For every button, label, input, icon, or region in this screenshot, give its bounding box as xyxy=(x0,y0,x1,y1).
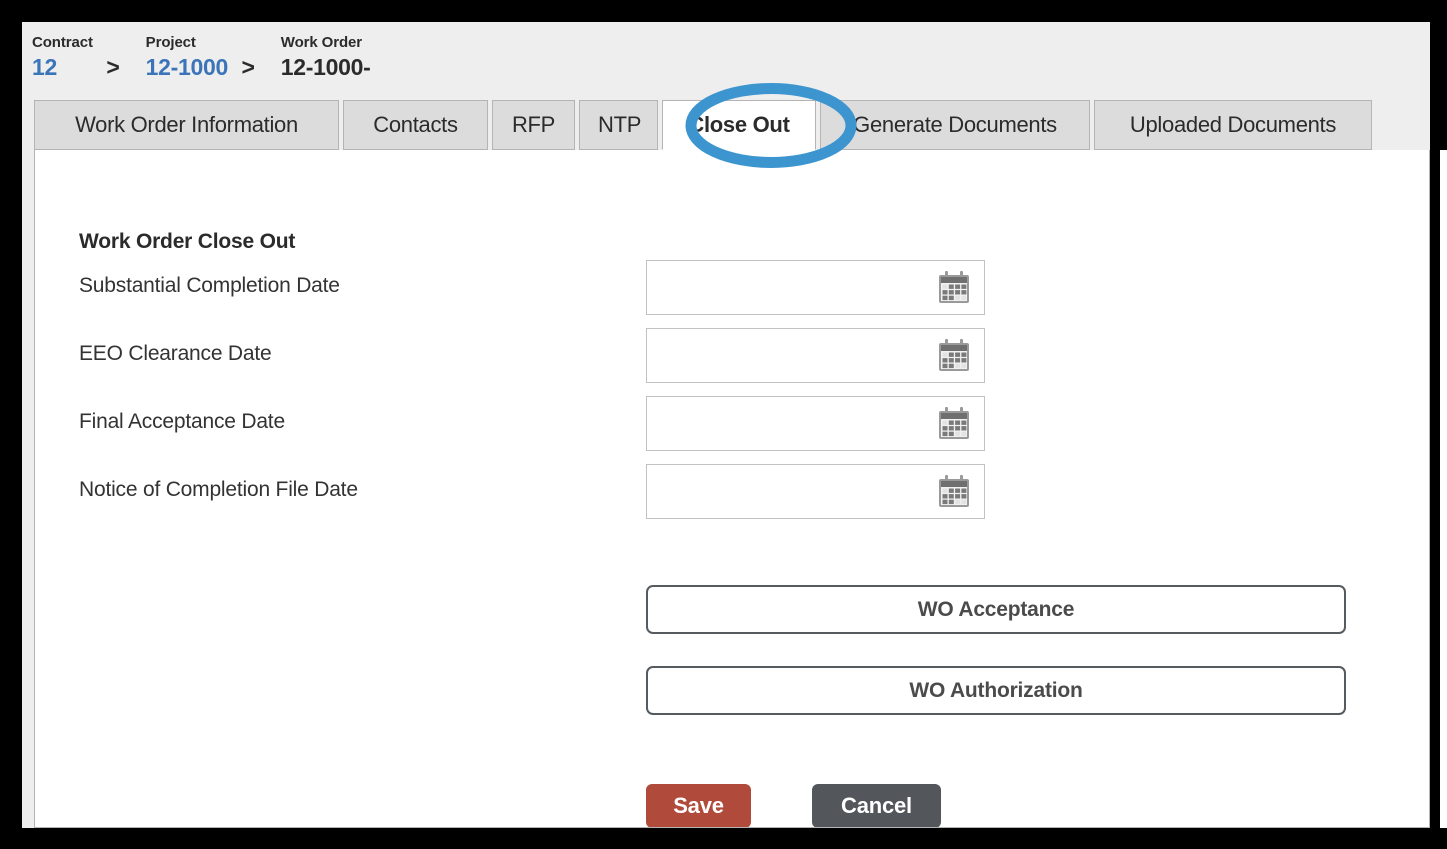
field-label-1: EEO Clearance Date xyxy=(79,342,272,365)
section-title: Work Order Close Out xyxy=(79,230,296,253)
breadcrumb-contract: Contract 12 xyxy=(32,34,93,82)
tab-panel-close-out: Work Order Close Out Substantial Complet… xyxy=(34,150,1430,828)
breadcrumb-workorder: Work Order 12-1000- xyxy=(281,34,371,82)
breadcrumb: Contract 12 > Project 12-1000 > Work Ord… xyxy=(32,34,371,94)
breadcrumb-project-value[interactable]: 12-1000 xyxy=(146,52,229,82)
date-input-1[interactable] xyxy=(646,328,985,383)
date-input-0[interactable] xyxy=(646,260,985,315)
breadcrumb-contract-label: Contract xyxy=(32,34,93,51)
breadcrumb-separator-1: > xyxy=(106,54,120,80)
window-frame: Contract 12 > Project 12-1000 > Work Ord… xyxy=(0,0,1447,849)
breadcrumb-contract-value[interactable]: 12 xyxy=(32,52,93,82)
action-button-wo-acceptance[interactable]: WO Acceptance xyxy=(646,585,1346,634)
field-label-3: Notice of Completion File Date xyxy=(79,478,358,501)
field-label-0: Substantial Completion Date xyxy=(79,274,340,297)
calendar-icon[interactable] xyxy=(937,339,971,371)
breadcrumb-workorder-value: 12-1000- xyxy=(280,54,371,80)
tab-close-out[interactable]: Close Out xyxy=(662,100,816,150)
breadcrumb-separator-2: > xyxy=(241,54,255,80)
cancel-button[interactable]: Cancel xyxy=(812,784,941,827)
tab-rfp[interactable]: RFP xyxy=(492,100,575,150)
action-button-wo-authorization[interactable]: WO Authorization xyxy=(646,666,1346,715)
date-input-2[interactable] xyxy=(646,396,985,451)
breadcrumb-project-label: Project xyxy=(145,34,196,51)
calendar-icon[interactable] xyxy=(937,475,971,507)
form-row: EEO Clearance Date xyxy=(35,328,1429,396)
tab-work-order-information[interactable]: Work Order Information xyxy=(34,100,339,150)
tab-ntp[interactable]: NTP xyxy=(579,100,658,150)
tab-generate-documents[interactable]: Generate Documents xyxy=(820,100,1090,150)
tab-bar: Work Order Information Contacts RFP NTP Clos… xyxy=(34,100,1376,152)
form-row: Final Acceptance Date xyxy=(35,396,1429,464)
save-button[interactable]: Save xyxy=(646,784,751,827)
page-surface: Contract 12 > Project 12-1000 > Work Ord… xyxy=(22,22,1430,828)
field-label-2: Final Acceptance Date xyxy=(79,410,285,433)
form-row: Notice of Completion File Date xyxy=(35,464,1429,532)
breadcrumb-project: Project 12-1000 xyxy=(145,34,229,82)
tab-contacts[interactable]: Contacts xyxy=(343,100,488,150)
date-input-3[interactable] xyxy=(646,464,985,519)
panel-right-bleed xyxy=(1440,150,1447,828)
calendar-icon[interactable] xyxy=(937,271,971,303)
breadcrumb-workorder-label: Work Order xyxy=(280,34,363,51)
form-row: Substantial Completion Date xyxy=(35,260,1429,328)
calendar-icon[interactable] xyxy=(937,407,971,439)
tab-uploaded-documents[interactable]: Uploaded Documents xyxy=(1094,100,1372,150)
